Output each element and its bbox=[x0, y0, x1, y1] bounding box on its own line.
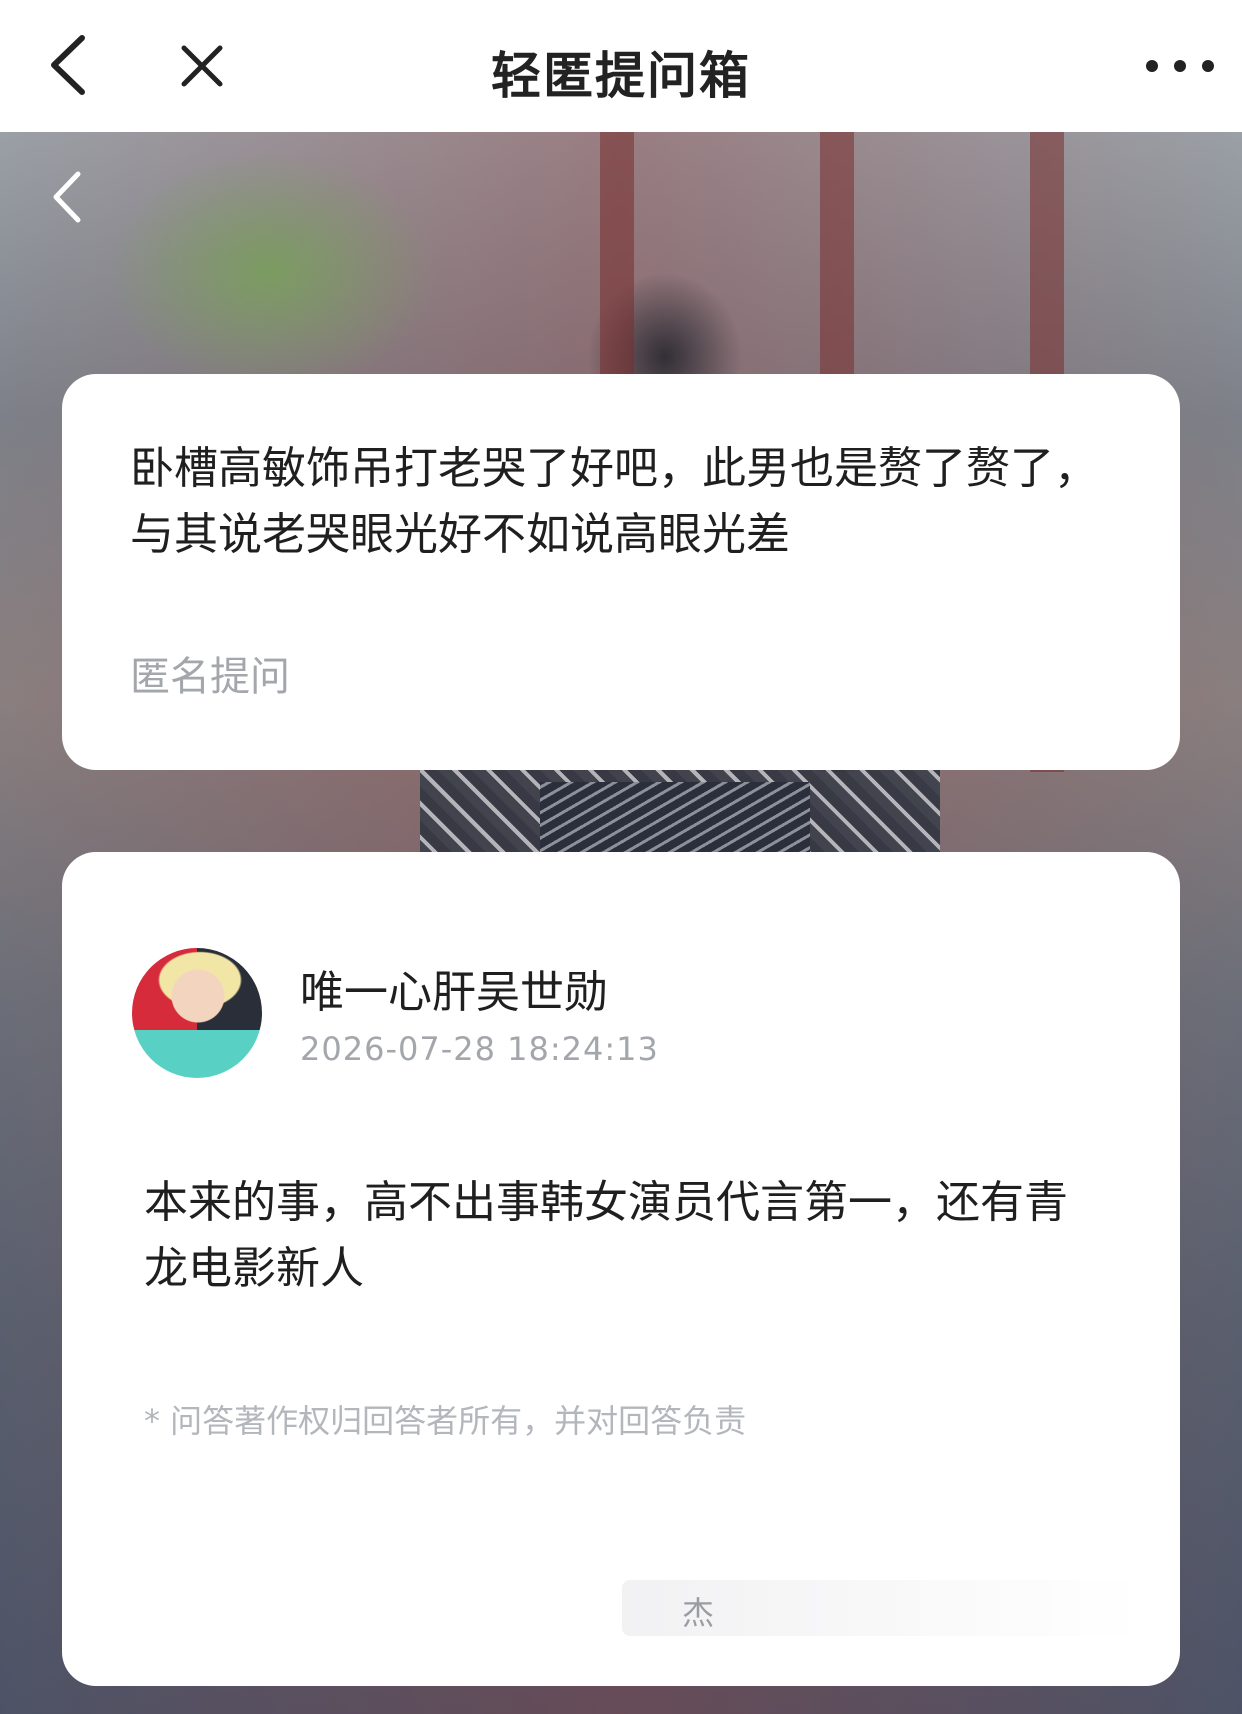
answer-card: 唯一心肝吴世勋 2026-07-28 18:24:13 本来的事，高不出事韩女演… bbox=[62, 852, 1180, 1686]
more-options-button[interactable] bbox=[1140, 44, 1220, 88]
overlay-back-button[interactable] bbox=[44, 162, 94, 232]
anonymous-question-label: 匿名提问 bbox=[130, 654, 290, 700]
question-card: 卧槽高敏饰吊打老哭了好吧，此男也是赘了赘了，与其说老哭眼光好不如说高眼光差 匿名… bbox=[62, 374, 1180, 770]
chevron-left-icon bbox=[53, 171, 81, 223]
top-navigation-bar: 轻匿提问箱 bbox=[0, 0, 1242, 132]
page-title: 轻匿提问箱 bbox=[491, 47, 751, 105]
answerer-username[interactable]: 唯一心肝吴世勋 bbox=[300, 956, 608, 1020]
reply-input-area[interactable]: 杰 bbox=[622, 1580, 1142, 1636]
avatar[interactable] bbox=[132, 948, 262, 1078]
answer-timestamp: 2026-07-28 18:24:13 bbox=[300, 1030, 659, 1068]
answer-text: 本来的事，高不出事韩女演员代言第一，还有青龙电影新人 bbox=[144, 1177, 1068, 1294]
question-text: 卧槽高敏饰吊打老哭了好吧，此男也是赘了赘了，与其说老哭眼光好不如说高眼光差 bbox=[130, 443, 1098, 560]
more-horizontal-icon bbox=[1146, 60, 1214, 72]
input-fragment: 杰 bbox=[682, 1594, 715, 1632]
copyright-notice: * 问答著作权归回答者所有，并对回答负责 bbox=[144, 1402, 747, 1440]
